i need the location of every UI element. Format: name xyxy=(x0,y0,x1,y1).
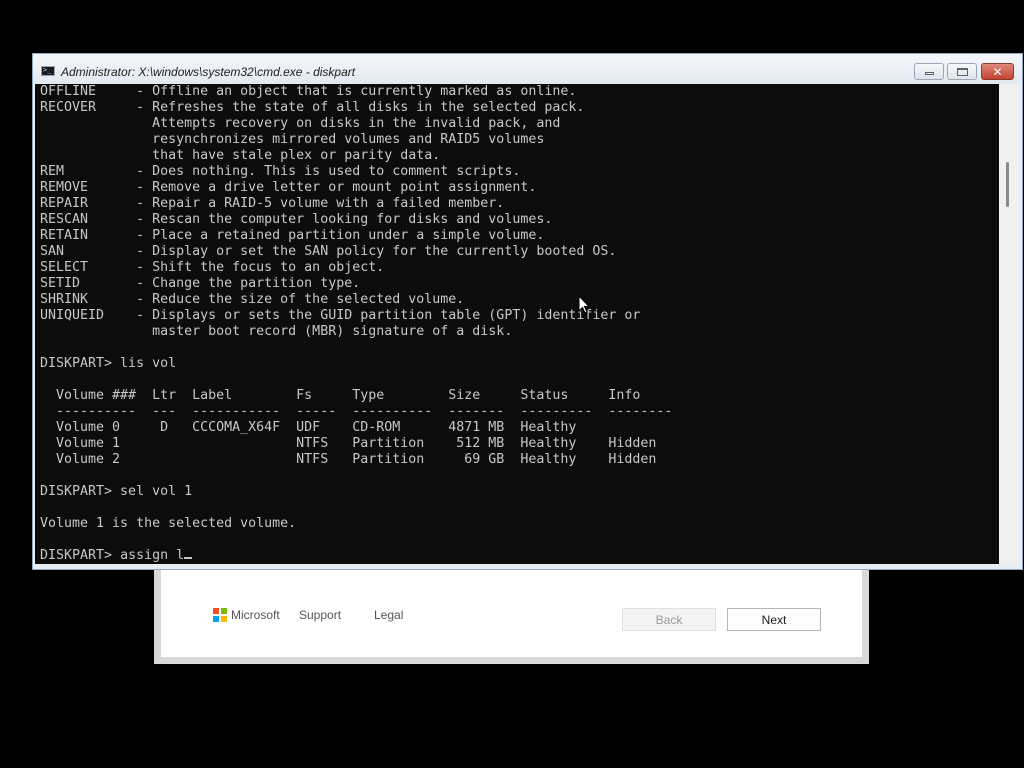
console-line: SELECT - Shift the focus to an object. xyxy=(40,260,385,275)
console-line: REPAIR - Repair a RAID-5 volume with a f… xyxy=(40,196,505,211)
console-line: SHRINK - Reduce the size of the selected… xyxy=(40,292,465,307)
console-icon[interactable]: >_ xyxy=(41,66,55,76)
minimize-button[interactable] xyxy=(914,63,944,80)
console-line: UNIQUEID - Displays or sets the GUID par… xyxy=(40,308,641,323)
next-button[interactable]: Next xyxy=(727,608,821,631)
microsoft-logo-text: Microsoft xyxy=(231,608,280,622)
console-line: DISKPART> lis vol xyxy=(40,356,177,371)
console-line: SETID - Change the partition type. xyxy=(40,276,361,291)
console-line: OFFLINE - Offline an object that is curr… xyxy=(40,84,577,99)
window-title: Administrator: X:\windows\system32\cmd.e… xyxy=(61,65,356,79)
back-button[interactable]: Back xyxy=(622,608,716,631)
console-line: Volume 1 NTFS Partition 512 MB Healthy H… xyxy=(56,436,657,451)
close-icon: ✕ xyxy=(992,64,1003,79)
console-line: that have stale plex or parity data. xyxy=(152,148,441,163)
console-line: Volume 2 NTFS Partition 69 GB Healthy Hi… xyxy=(56,452,657,467)
text-caret xyxy=(184,557,193,559)
command-prompt: DISKPART> xyxy=(40,548,121,563)
console-line: RESCAN - Rescan the computer looking for… xyxy=(40,212,553,227)
console-line: Volume 0 D CCCOMA_X64F UDF CD-ROM 4871 M… xyxy=(56,420,577,435)
mouse-pointer-icon xyxy=(578,295,590,314)
console-line: Attempts recovery on disks in the invali… xyxy=(152,116,561,131)
close-button[interactable]: ✕ xyxy=(981,63,1014,80)
maximize-button[interactable] xyxy=(947,63,977,80)
console-output: OFFLINE - Offline an object that is curr… xyxy=(40,84,672,564)
vertical-scrollbar[interactable] xyxy=(999,84,1020,564)
console-line: master boot record (MBR) signature of a … xyxy=(152,324,513,339)
minimize-icon xyxy=(924,72,934,75)
console-line: RETAIN - Place a retained partition unde… xyxy=(40,228,545,243)
console-line: RECOVER - Refreshes the state of all dis… xyxy=(40,100,585,115)
cmd-window: >_ Administrator: X:\windows\system32\cm… xyxy=(32,53,1023,570)
setup-dialog: Microsoft Support Legal Back Next xyxy=(154,560,869,664)
console-line: Volume ### Ltr Label Fs Type Size Status… xyxy=(56,388,641,403)
maximize-icon xyxy=(956,67,968,76)
legal-link[interactable]: Legal xyxy=(374,608,403,622)
console-area[interactable]: OFFLINE - Offline an object that is curr… xyxy=(35,84,999,564)
command-input[interactable]: assign l xyxy=(120,548,184,563)
scrollbar-thumb[interactable] xyxy=(1006,162,1009,207)
console-line: SAN - Display or set the SAN policy for … xyxy=(40,244,617,259)
console-line: ---------- --- ----------- ----- -------… xyxy=(56,404,673,419)
console-line: DISKPART> sel vol 1 xyxy=(40,484,193,499)
support-link[interactable]: Support xyxy=(299,608,341,622)
setup-dialog-footer: Microsoft Support Legal Back Next xyxy=(161,560,862,657)
microsoft-logo: Microsoft xyxy=(213,608,280,622)
console-line: REMOVE - Remove a drive letter or mount … xyxy=(40,180,537,195)
console-line: resynchronizes mirrored volumes and RAID… xyxy=(152,132,545,147)
console-line: Volume 1 is the selected volume. xyxy=(40,516,297,531)
console-line: REM - Does nothing. This is used to comm… xyxy=(40,164,521,179)
microsoft-logo-icon xyxy=(213,608,227,622)
title-bar[interactable]: >_ Administrator: X:\windows\system32\cm… xyxy=(33,54,1022,84)
